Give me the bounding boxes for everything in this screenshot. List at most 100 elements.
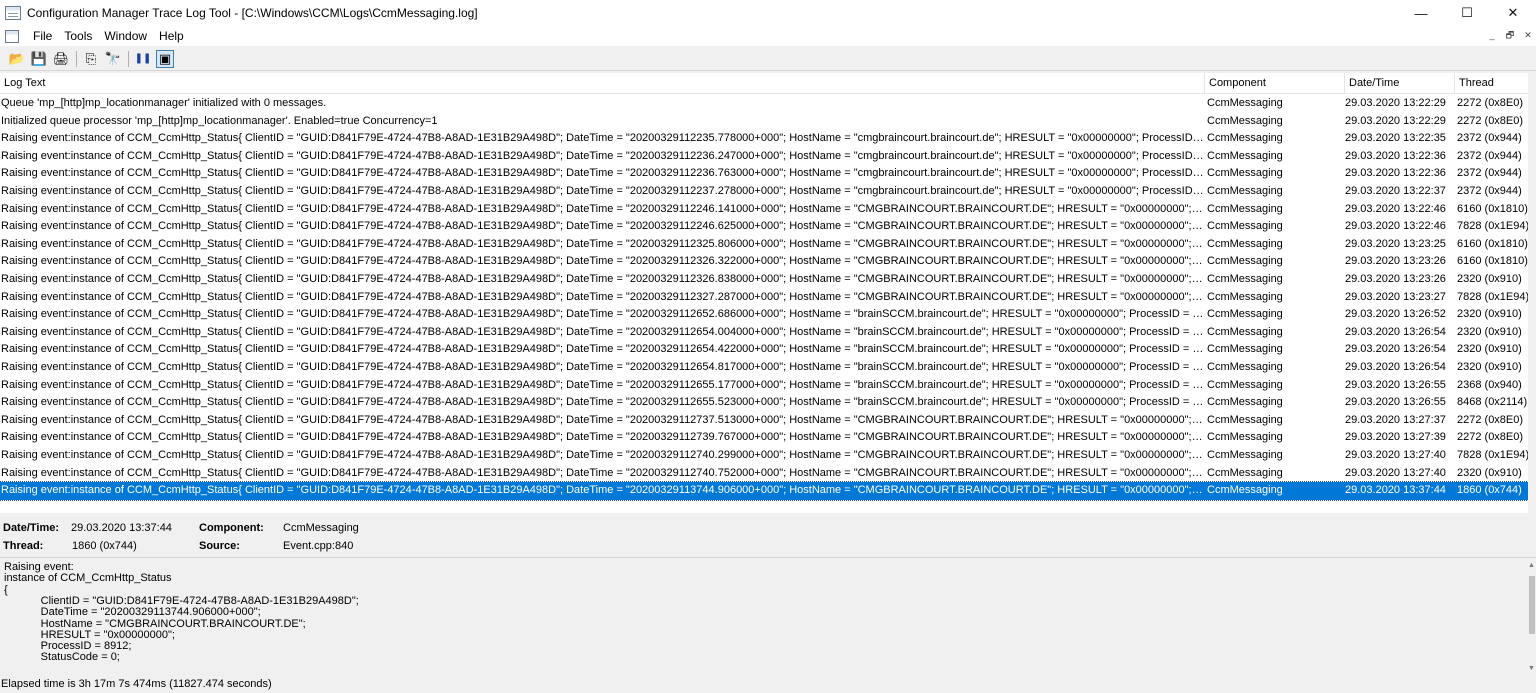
table-row[interactable]: Raising event:instance of CCM_CcmHttp_St… xyxy=(0,218,1530,236)
menu-help[interactable]: Help xyxy=(153,26,190,46)
thread-cell: 6160 (0x1810) xyxy=(1457,202,1528,215)
component-cell: CcmMessaging xyxy=(1207,273,1283,285)
split-view-icon[interactable]: ▣ xyxy=(156,49,174,68)
table-row[interactable]: Raising event:instance of CCM_CcmHttp_St… xyxy=(0,201,1530,219)
table-row[interactable]: Raising event:instance of CCM_CcmHttp_St… xyxy=(0,130,1530,148)
table-row[interactable]: Raising event:instance of CCM_CcmHttp_St… xyxy=(0,341,1530,359)
table-row[interactable]: Raising event:instance of CCM_CcmHttp_St… xyxy=(0,271,1530,289)
table-row[interactable]: Raising event:instance of CCM_CcmHttp_St… xyxy=(0,447,1530,465)
maximize-button[interactable]: ☐ xyxy=(1444,0,1490,26)
table-row[interactable]: Raising event:instance of CCM_CcmHttp_St… xyxy=(0,324,1530,342)
table-row[interactable]: Raising event:instance of CCM_CcmHttp_St… xyxy=(0,412,1530,430)
table-row[interactable]: Raising event:instance of CCM_CcmHttp_St… xyxy=(0,481,1531,501)
table-row[interactable]: Raising event:instance of CCM_CcmHttp_St… xyxy=(0,236,1530,254)
component-cell: CcmMessaging xyxy=(1207,343,1283,356)
mdi-restore-button[interactable]: 🗗 xyxy=(1502,28,1518,42)
column-header-log-text[interactable]: Log Text xyxy=(0,73,1205,94)
column-header-datetime[interactable]: Date/Time xyxy=(1345,73,1455,94)
component-cell: CcmMessaging xyxy=(1207,378,1283,391)
log-text-cell: Queue 'mp_[http]mp_locationmanager' init… xyxy=(1,97,327,109)
mdi-minimize-button[interactable]: _ xyxy=(1484,28,1500,42)
table-row[interactable]: Raising event:instance of CCM_CcmHttp_St… xyxy=(0,165,1530,183)
menu-file[interactable]: File xyxy=(27,26,58,46)
thread-cell: 2272 (0x8E0) xyxy=(1457,431,1524,444)
pause-icon[interactable]: ❚❚ xyxy=(134,50,152,68)
log-text-cell: Raising event:instance of CCM_CcmHttp_St… xyxy=(1,167,1204,180)
message-text-box[interactable]: Raising event: instance of CCM_CcmHttp_St… xyxy=(0,557,1536,675)
component-cell: CcmMessaging xyxy=(1207,449,1283,461)
component-cell: CcmMessaging xyxy=(1207,114,1283,127)
datetime-cell: 29.03.2020 13:27:39 xyxy=(1345,431,1446,444)
table-row[interactable]: Raising event:instance of CCM_CcmHttp_St… xyxy=(0,359,1530,377)
toolbar: 📂 💾 🖨 ⎘ 🔭 ❚❚ ▣ xyxy=(0,47,1536,71)
open-icon[interactable]: 📂 xyxy=(8,50,26,68)
table-row[interactable]: Raising event:instance of CCM_CcmHttp_St… xyxy=(0,429,1530,447)
table-row[interactable]: Raising event:instance of CCM_CcmHttp_St… xyxy=(0,465,1530,483)
copy-icon[interactable]: ⎘ xyxy=(82,50,100,68)
save-icon[interactable]: 💾 xyxy=(30,50,48,68)
table-row[interactable]: Raising event:instance of CCM_CcmHttp_St… xyxy=(0,377,1530,395)
log-text-cell: Raising event:instance of CCM_CcmHttp_St… xyxy=(1,237,1204,250)
thread-cell: 2320 (0x910) xyxy=(1457,273,1522,285)
log-list[interactable]: Log Text Component Date/Time Thread Queu… xyxy=(0,73,1536,513)
mdi-close-button[interactable]: ✕ xyxy=(1520,28,1536,42)
log-text-cell: Raising event:instance of CCM_CcmHttp_St… xyxy=(1,396,1204,409)
message-line: StatusCode = 0; xyxy=(4,651,120,664)
thread-cell: 7828 (0x1E94) xyxy=(1457,449,1529,461)
thread-cell: 2320 (0x910) xyxy=(1457,343,1522,356)
table-row[interactable]: Raising event:instance of CCM_CcmHttp_St… xyxy=(0,253,1530,271)
datetime-cell: 29.03.2020 13:22:35 xyxy=(1345,132,1446,145)
component-cell: CcmMessaging xyxy=(1207,396,1283,409)
log-text-cell: Raising event:instance of CCM_CcmHttp_St… xyxy=(1,220,1204,233)
column-header-thread[interactable]: Thread xyxy=(1455,73,1536,94)
log-text-cell: Raising event:instance of CCM_CcmHttp_St… xyxy=(1,325,1204,338)
scroll-thumb[interactable] xyxy=(1529,576,1535,634)
document-icon[interactable] xyxy=(5,29,19,43)
datetime-cell: 29.03.2020 13:26:55 xyxy=(1345,378,1446,391)
scroll-up-icon[interactable]: ▲ xyxy=(1528,562,1535,569)
log-text-cell: Raising event:instance of CCM_CcmHttp_St… xyxy=(1,308,1204,321)
close-button[interactable]: ✕ xyxy=(1490,0,1536,26)
message-scrollbar[interactable]: ▲ ▼ xyxy=(1527,558,1536,675)
log-text-cell: Raising event:instance of CCM_CcmHttp_St… xyxy=(1,132,1204,145)
log-text-cell: Raising event:instance of CCM_CcmHttp_St… xyxy=(1,361,1204,373)
table-row[interactable]: Queue 'mp_[http]mp_locationmanager' init… xyxy=(0,95,1530,113)
log-text-cell: Initialized queue processor 'mp_[http]mp… xyxy=(1,114,438,127)
component-label: Component: xyxy=(199,522,264,534)
thread-cell: 2320 (0x910) xyxy=(1457,308,1522,321)
thread-cell: 6160 (0x1810) xyxy=(1457,255,1528,268)
datetime-cell: 29.03.2020 13:26:54 xyxy=(1345,361,1446,373)
thread-cell: 8468 (0x2114) xyxy=(1457,396,1528,409)
component-cell: CcmMessaging xyxy=(1207,484,1283,497)
scroll-down-icon[interactable]: ▼ xyxy=(1528,665,1535,672)
log-text-cell: Raising event:instance of CCM_CcmHttp_St… xyxy=(1,202,1204,215)
minimize-button[interactable]: — xyxy=(1398,0,1444,26)
thread-cell: 2372 (0x944) xyxy=(1457,132,1522,145)
table-row[interactable]: Raising event:instance of CCM_CcmHttp_St… xyxy=(0,148,1530,166)
table-row[interactable]: Raising event:instance of CCM_CcmHttp_St… xyxy=(0,394,1530,412)
datetime-cell: 29.03.2020 13:27:40 xyxy=(1345,466,1446,479)
log-text-cell: Raising event:instance of CCM_CcmHttp_St… xyxy=(1,255,1204,268)
print-icon[interactable]: 🖨 xyxy=(52,50,70,68)
table-row[interactable]: Raising event:instance of CCM_CcmHttp_St… xyxy=(0,289,1530,307)
table-row[interactable]: Raising event:instance of CCM_CcmHttp_St… xyxy=(0,183,1530,201)
column-header-component[interactable]: Component xyxy=(1205,73,1345,94)
datetime-cell: 29.03.2020 13:27:37 xyxy=(1345,413,1446,426)
window-title: Configuration Manager Trace Log Tool - [… xyxy=(27,6,478,20)
datetime-cell: 29.03.2020 13:37:44 xyxy=(1345,484,1446,497)
datetime-cell: 29.03.2020 13:26:52 xyxy=(1345,308,1446,321)
log-list-scrollbar[interactable] xyxy=(1528,73,1536,513)
table-row[interactable]: Raising event:instance of CCM_CcmHttp_St… xyxy=(0,306,1530,324)
datetime-value: 29.03.2020 13:37:44 xyxy=(71,522,172,534)
component-cell: CcmMessaging xyxy=(1207,308,1283,321)
window-controls: — ☐ ✕ xyxy=(1398,0,1536,26)
thread-cell: 2320 (0x910) xyxy=(1457,325,1522,338)
table-row[interactable]: Initialized queue processor 'mp_[http]mp… xyxy=(0,113,1530,131)
log-text-cell: Raising event:instance of CCM_CcmHttp_St… xyxy=(1,466,1204,479)
thread-cell: 7828 (0x1E94) xyxy=(1457,290,1529,303)
find-icon[interactable]: 🔭 xyxy=(104,50,122,68)
thread-cell: 2272 (0x8E0) xyxy=(1457,413,1524,426)
log-text-cell: Raising event:instance of CCM_CcmHttp_St… xyxy=(1,413,1204,426)
menu-tools[interactable]: Tools xyxy=(58,26,98,46)
menu-window[interactable]: Window xyxy=(98,26,153,46)
